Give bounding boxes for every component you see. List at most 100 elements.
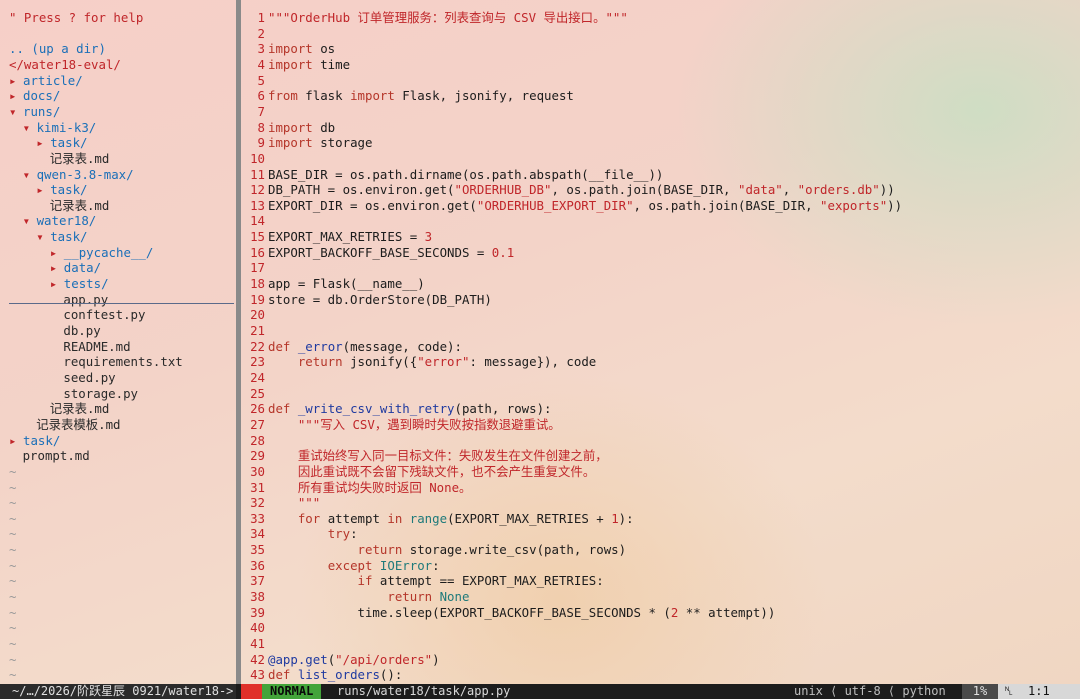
tree-dir-item[interactable]: ▸ tests/ [0, 276, 236, 292]
file-label: 记录表.md [49, 197, 110, 213]
line-number: 35 [250, 542, 265, 558]
code-line[interactable]: 29 重试始终写入同一目标文件：失败发生在文件创建之前， [241, 448, 1080, 464]
code-line[interactable]: 16 EXPORT_BACKOFF_BASE_SECONDS = 0.1 [241, 245, 1080, 261]
tree-dir-item[interactable]: ▸ task/ [0, 135, 236, 151]
tree-file-item[interactable]: 记录表.md [0, 198, 236, 214]
tree-file-item[interactable]: 记录表.md [0, 401, 236, 417]
dir-label: task/ [50, 229, 88, 245]
code-token: in [387, 510, 403, 526]
code-line[interactable]: 17 [241, 260, 1080, 276]
code-token: import [268, 135, 313, 151]
line-number: 21 [250, 323, 265, 338]
code-line[interactable]: 38 return None [241, 589, 1080, 605]
code-text: 所有重试均失败时返回 None。 [268, 479, 472, 496]
tree-file-item[interactable]: app.py [0, 292, 236, 308]
tree-file-item[interactable]: README.md [0, 339, 236, 355]
code-line[interactable]: 14 [241, 213, 1080, 229]
line-number: 30 [250, 463, 265, 479]
code-line[interactable]: 6 from flask import Flask, jsonify, reque… [241, 88, 1080, 104]
tree-dir-item[interactable]: ▸ task/ [0, 433, 236, 449]
code-line[interactable]: 8 import db [241, 120, 1080, 136]
code-line[interactable]: 10 [241, 151, 1080, 167]
code-line[interactable]: 24 [241, 370, 1080, 386]
tilde-marker: ~ [9, 651, 17, 667]
file-label: app.py [63, 291, 109, 307]
file-label: seed.py [63, 369, 116, 385]
code-line[interactable]: 9 import storage [241, 135, 1080, 151]
code-editor[interactable]: 1 """OrderHub 订单管理服务：列表查询与 CSV 导出接口。""" 2 3… [241, 0, 1080, 684]
code-line[interactable]: 27 """写入 CSV，遇到瞬时失败按指数退避重试。 [241, 417, 1080, 433]
code-line[interactable]: 30 因此重试既不会留下残缺文件，也不会产生重复文件。 [241, 464, 1080, 480]
code-line[interactable]: 34 try: [241, 526, 1080, 542]
code-line[interactable]: 28 [241, 433, 1080, 449]
tree-file-item[interactable]: db.py [0, 323, 236, 339]
tree-dir-item[interactable]: ▾ kimi-k3/ [0, 120, 236, 136]
code-line[interactable]: 13 EXPORT_DIR = os.environ.get("ORDERHUB_… [241, 198, 1080, 214]
code-line[interactable]: 5 [241, 73, 1080, 89]
code-token: storage.write_csv(path, rows) [402, 542, 627, 558]
tree-file-item[interactable]: conftest.py [0, 307, 236, 323]
tree-file-item[interactable]: 记录表.md [0, 151, 236, 167]
code-line[interactable]: 20 [241, 307, 1080, 323]
code-line[interactable]: 40 [241, 620, 1080, 636]
tree-dir-item[interactable]: ▸ task/ [0, 182, 236, 198]
empty-line-marker: ~ [0, 480, 236, 496]
shell-prompt: ~/…/2026/阶跃星辰 0921/water18-> [0, 684, 236, 699]
code-token: , [782, 182, 798, 198]
code-line[interactable]: 19 store = db.OrderStore(DB_PATH) [241, 292, 1080, 308]
code-line[interactable]: 25 [241, 386, 1080, 402]
code-line[interactable]: 36 except IOError: [241, 558, 1080, 574]
code-line[interactable]: 26 def _write_csv_with_retry(path, rows): [241, 401, 1080, 417]
code-token: _error [290, 338, 343, 354]
tree-dir-item[interactable]: ▾ task/ [0, 229, 236, 245]
code-line[interactable]: 41 [241, 636, 1080, 652]
tree-dir-item[interactable]: ▾ water18/ [0, 213, 236, 229]
tree-dir-item[interactable]: ▸ __pycache__/ [0, 245, 236, 261]
code-text: time.sleep(EXPORT_BACKOFF_BASE_SECONDS *… [268, 605, 776, 621]
tree-dir-item[interactable]: ▸ docs/ [0, 88, 236, 104]
code-token: "orders.db" [797, 182, 880, 198]
tree-root[interactable]: </water18-eval/ [0, 57, 236, 73]
tree-file-item[interactable]: requirements.txt [0, 354, 236, 370]
code-line[interactable]: 37 if attempt == EXPORT_MAX_RETRIES: [241, 573, 1080, 589]
code-line[interactable]: 33 for attempt in range(EXPORT_MAX_RETRI… [241, 511, 1080, 527]
line-number: 2 [257, 25, 265, 41]
tree-dir-item[interactable]: ▾ qwen-3.8-max/ [0, 167, 236, 183]
tree-file-item[interactable]: storage.py [0, 386, 236, 402]
code-line[interactable]: 35 return storage.write_csv(path, rows) [241, 542, 1080, 558]
code-line[interactable]: 39 time.sleep(EXPORT_BACKOFF_BASE_SECOND… [241, 605, 1080, 621]
file-encoding-info: unix ⟨ utf-8 ⟨ python [794, 684, 946, 698]
tree-dir-item[interactable]: ▸ data/ [0, 260, 236, 276]
empty-line-marker: ~ [0, 573, 236, 589]
file-label: storage.py [63, 385, 138, 401]
code-line[interactable]: 12 DB_PATH = os.environ.get("ORDERHUB_DB"… [241, 182, 1080, 198]
tree-up-dir[interactable]: .. (up a dir) [0, 41, 236, 57]
code-line[interactable]: 1 """OrderHub 订单管理服务：列表查询与 CSV 导出接口。""" [241, 10, 1080, 26]
code-line[interactable]: 15 EXPORT_MAX_RETRIES = 3 [241, 229, 1080, 245]
code-line[interactable]: 42 @app.get("/api/orders") [241, 652, 1080, 668]
code-text: import db [268, 120, 335, 136]
tree-dir-item[interactable]: ▸ article/ [0, 73, 236, 89]
code-line[interactable]: 32 """ [241, 495, 1080, 511]
code-line[interactable]: 31 所有重试均失败时返回 None。 [241, 480, 1080, 496]
code-line[interactable]: 18 app = Flask(__name__) [241, 276, 1080, 292]
file-tree-panel[interactable]: " Press ? for help .. (up a dir) </water18… [0, 0, 236, 698]
code-text: def _error(message, code): [268, 339, 462, 355]
code-line[interactable]: 21 [241, 323, 1080, 339]
code-line[interactable]: 23 return jsonify({"error": message}), c… [241, 354, 1080, 370]
tree-file-item[interactable]: 记录表模板.md [0, 417, 236, 433]
code-line[interactable]: 43 def list_orders(): [241, 667, 1080, 683]
code-line[interactable]: 7 [241, 104, 1080, 120]
tree-file-item[interactable]: seed.py [0, 370, 236, 386]
code-text: DB_PATH = os.environ.get("ORDERHUB_DB", … [268, 182, 895, 198]
code-line[interactable]: 3 import os [241, 41, 1080, 57]
code-token: 所有重试均失败时返回 None。 [297, 479, 472, 495]
tree-dir-item[interactable]: ▾ runs/ [0, 104, 236, 120]
code-line[interactable]: 11 BASE_DIR = os.path.dirname(os.path.abs… [241, 167, 1080, 183]
code-line[interactable]: 4 import time [241, 57, 1080, 73]
code-line[interactable]: 22 def _error(message, code): [241, 339, 1080, 355]
tree-file-item[interactable]: prompt.md [0, 448, 236, 464]
code-line[interactable]: 2 [241, 26, 1080, 42]
